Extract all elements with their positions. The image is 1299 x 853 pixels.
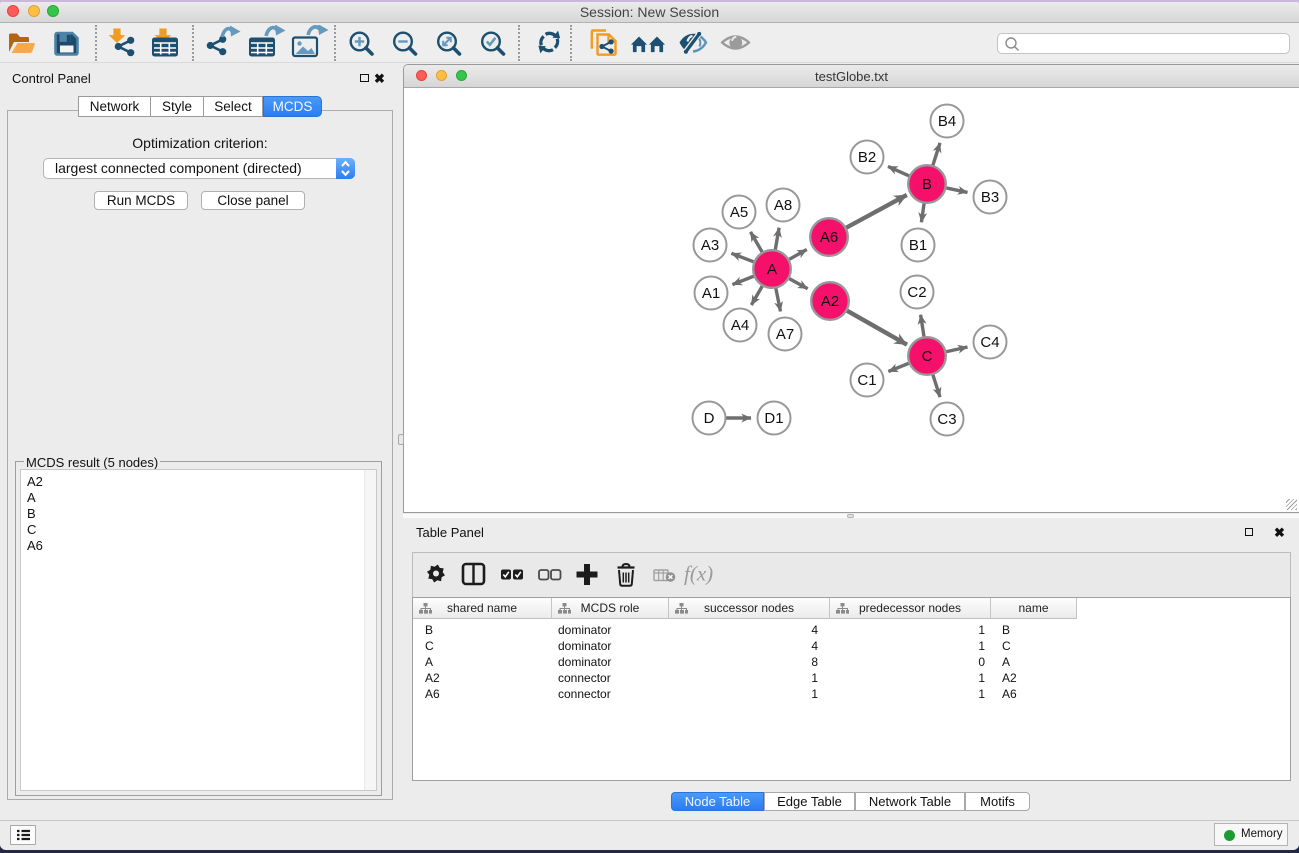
svg-text:B2: B2: [858, 149, 876, 166]
svg-text:A4: A4: [731, 317, 749, 334]
svg-text:A7: A7: [776, 326, 794, 343]
svg-text:C3: C3: [937, 411, 956, 428]
svg-text:D1: D1: [764, 410, 783, 427]
svg-text:A: A: [767, 261, 777, 278]
svg-text:B3: B3: [981, 189, 999, 206]
svg-text:A1: A1: [702, 285, 720, 302]
svg-text:C1: C1: [857, 372, 876, 389]
svg-text:C2: C2: [907, 284, 926, 301]
svg-text:D: D: [704, 410, 715, 427]
svg-text:A3: A3: [701, 237, 719, 254]
svg-text:C4: C4: [980, 334, 999, 351]
svg-text:B: B: [922, 176, 932, 193]
svg-text:B4: B4: [938, 113, 956, 130]
svg-text:A2: A2: [821, 293, 839, 310]
svg-text:B1: B1: [909, 237, 927, 254]
svg-text:f(x): f(x): [684, 562, 713, 586]
svg-text:A8: A8: [774, 197, 792, 214]
svg-text:A6: A6: [820, 229, 838, 246]
svg-text:C: C: [922, 348, 933, 365]
svg-text:A5: A5: [730, 204, 748, 221]
